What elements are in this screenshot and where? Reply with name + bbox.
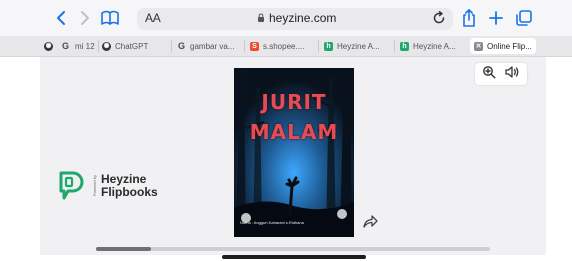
- lock-icon: [258, 13, 264, 22]
- plus-icon: [489, 11, 503, 25]
- tab-strip: ✺ G mi 12 ✺ ChatGPT G gambar va... S s.s…: [0, 36, 572, 57]
- book-icon: [101, 10, 119, 25]
- page-scrubber[interactable]: [96, 247, 490, 251]
- heyzine-icon: h: [400, 41, 409, 51]
- home-indicator: [222, 255, 366, 259]
- back-button[interactable]: [52, 6, 70, 30]
- forward-button[interactable]: [76, 6, 94, 30]
- google-icon: G: [177, 41, 185, 51]
- tab-chatgpt[interactable]: ✺ ChatGPT: [102, 38, 148, 54]
- tab-label: mi 12: [75, 41, 95, 51]
- cover-title-line-2: MALAM: [249, 120, 339, 144]
- zoom-in-icon: [483, 65, 496, 78]
- share-icon: [463, 9, 475, 27]
- heyzine-logo: Powered by Heyzine Flipbooks: [54, 169, 158, 203]
- cover-caption: Nama : Anggun Kaharani s.Ridhana: [240, 220, 304, 225]
- url-text: heyzine.com: [269, 11, 337, 25]
- address-bar[interactable]: AA heyzine.com: [137, 8, 453, 30]
- reload-button[interactable]: [431, 10, 447, 31]
- share-arrow-icon: [363, 215, 378, 228]
- sound-toggle-button[interactable]: [504, 65, 520, 84]
- chatgpt-icon: ✺: [44, 41, 53, 51]
- close-icon[interactable]: ✕: [474, 41, 483, 51]
- tabs-icon: [516, 10, 532, 26]
- tab-chatgpt-pinned[interactable]: ✺: [44, 38, 53, 54]
- tab-google-pinned[interactable]: G: [61, 38, 70, 54]
- chevron-left-icon: [57, 11, 65, 25]
- tab-label: Heyzine A...: [337, 41, 380, 51]
- share-button[interactable]: [459, 6, 479, 30]
- browser-toolbar: AA heyzine.com: [0, 0, 572, 36]
- zoom-in-button[interactable]: [482, 65, 496, 84]
- chevron-right-icon: [81, 11, 89, 25]
- google-icon: G: [61, 41, 69, 51]
- powered-by-text: Powered by: [92, 175, 97, 197]
- chatgpt-icon: ✺: [102, 41, 111, 51]
- page-content: Powered by Heyzine Flipbooks JURIT MALAM…: [0, 57, 572, 261]
- tab-label: Heyzine A...: [413, 41, 456, 51]
- tab-divider: [244, 40, 245, 52]
- heyzine-logo-icon: [59, 171, 84, 200]
- flipbook-cover[interactable]: JURIT MALAM Nama : Anggun Kaharani s.Rid…: [234, 68, 354, 237]
- speaker-icon: [505, 65, 519, 78]
- tab-shopee[interactable]: S s.shopee....: [250, 38, 304, 54]
- tab-online-flip-active[interactable]: ✕ Online Flip...: [470, 38, 536, 54]
- tab-gambar[interactable]: G gambar va...: [177, 38, 234, 54]
- tab-label: gambar va...: [190, 41, 235, 51]
- cover-title-line-1: JURIT: [261, 90, 327, 114]
- bookmarks-button[interactable]: [98, 6, 122, 30]
- tab-divider: [171, 40, 172, 52]
- tab-heyzine-1[interactable]: h Heyzine A...: [324, 38, 380, 54]
- viewer-controls: [475, 63, 527, 85]
- heyzine-icon: h: [324, 41, 333, 51]
- reload-icon: [433, 11, 445, 24]
- tab-overview-button[interactable]: [513, 6, 535, 30]
- tab-divider: [394, 40, 395, 52]
- page-scrubber-thumb[interactable]: [96, 247, 152, 251]
- text-size-button[interactable]: AA: [145, 11, 161, 25]
- url-display[interactable]: heyzine.com: [257, 11, 336, 25]
- tab-label: s.shopee....: [263, 41, 305, 51]
- tab-divider: [98, 40, 99, 52]
- new-tab-button[interactable]: [486, 6, 506, 30]
- tab-divider: [318, 40, 319, 52]
- tab-mi12[interactable]: mi 12: [75, 38, 95, 54]
- tab-heyzine-2[interactable]: h Heyzine A...: [400, 38, 456, 54]
- flipbook-share-button[interactable]: [361, 213, 379, 234]
- logo-line-2: Flipbooks: [101, 185, 158, 199]
- tab-label: ChatGPT: [115, 41, 149, 51]
- shopee-icon: S: [250, 41, 259, 51]
- tab-label: Online Flip...: [487, 41, 532, 51]
